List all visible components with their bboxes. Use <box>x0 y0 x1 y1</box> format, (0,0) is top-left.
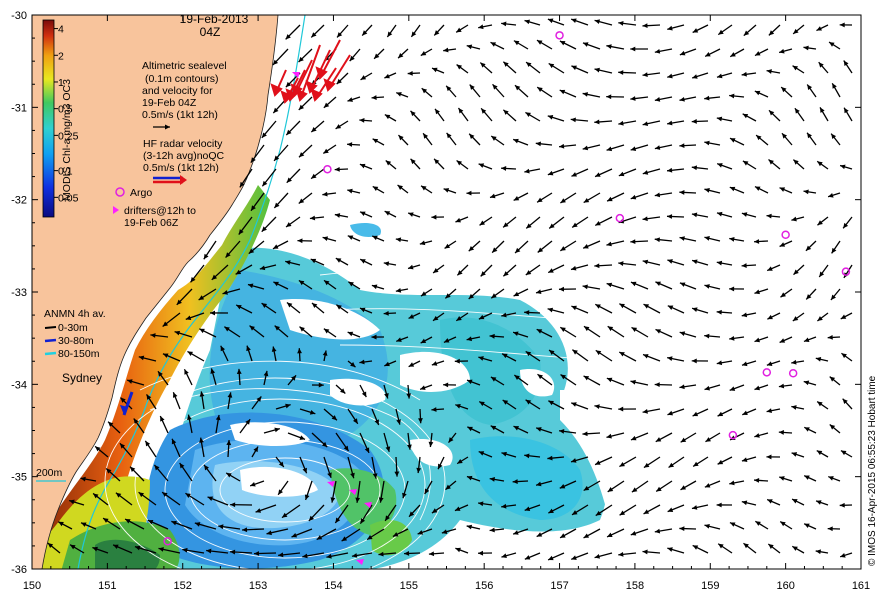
lat-tick-label: -36 <box>11 564 27 576</box>
lon-tick-label: 161 <box>852 580 870 592</box>
legend-altimetry-line-5: 0.5m/s (1kt 12h) <box>142 109 218 121</box>
lat-tick-label: -33 <box>11 287 27 299</box>
legend-altimetry-line-3: and velocity for <box>142 85 213 97</box>
lat-tick-label: -30 <box>11 10 27 22</box>
legend-altimetry-line-4: 19-Feb 04Z <box>142 97 197 109</box>
lat-tick-label: -31 <box>11 102 27 114</box>
lon-tick-label: 158 <box>626 580 644 592</box>
lon-tick-label: 154 <box>324 580 342 592</box>
anmn-30-80-icon <box>44 338 57 343</box>
legend-altimetry-line-1: Altimetric sealevel <box>142 60 227 72</box>
lon-tick-label: 155 <box>400 580 418 592</box>
credit-text: © IMOS 16-Apr-2015 06:55:23 Hobart time <box>867 375 878 566</box>
legend-drifters-line-2: 19-Feb 06Z <box>124 217 179 229</box>
legend-argo-label: Argo <box>130 187 152 199</box>
lon-tick-label: 150 <box>23 580 41 592</box>
legend-anmn-title: ANMN 4h av. <box>44 308 106 320</box>
legend-anmn-item-3: 80-150m <box>58 348 100 360</box>
legend-hf-line-1: HF radar velocity <box>143 138 223 150</box>
lat-tick-label: -35 <box>11 472 27 484</box>
lat-tick-label: -34 <box>11 379 27 391</box>
ocean-map: 150 151 152 153 154 155 156 157 158 159 160 161 -30 -… <box>11 10 878 592</box>
lon-tick-label: 157 <box>550 580 568 592</box>
header-date: 19-Feb-2013 <box>180 12 249 26</box>
lon-tick-label: 151 <box>98 580 116 592</box>
lon-tick-label: 152 <box>174 580 192 592</box>
place-label-sydney: Sydney <box>62 371 102 385</box>
legend-drifters-line-1: drifters@12h to <box>124 205 196 217</box>
legend-hf-line-3: 0.5m/s (1kt 12h) <box>143 162 219 174</box>
anmn-0-30-icon <box>44 326 57 329</box>
legend-hf-line-2: (3-12h avg)noQC <box>143 150 225 162</box>
colorbar-gradient <box>42 19 55 218</box>
legend-altimetry-line-2: (0.1m contours) <box>145 73 219 85</box>
lat-tick-label: -32 <box>11 195 27 207</box>
header-time: 04Z <box>200 25 221 39</box>
colorbar-tick-label: 4 <box>58 24 64 36</box>
legend-anmn-item-2: 30-80m <box>58 335 94 347</box>
lon-tick-label: 159 <box>701 580 719 592</box>
lon-tick-label: 156 <box>475 580 493 592</box>
colorbar-tick-label: 2 <box>58 50 64 62</box>
lon-tick-label: 153 <box>249 580 267 592</box>
legend-anmn-item-1: 0-30m <box>58 322 88 334</box>
lon-tick-label: 160 <box>776 580 794 592</box>
colorbar-label: MODIS Chl-a mg/m3 OC3 <box>61 79 73 201</box>
isobath-label: 200m <box>36 467 63 479</box>
anmn-80-150-icon <box>44 351 57 356</box>
